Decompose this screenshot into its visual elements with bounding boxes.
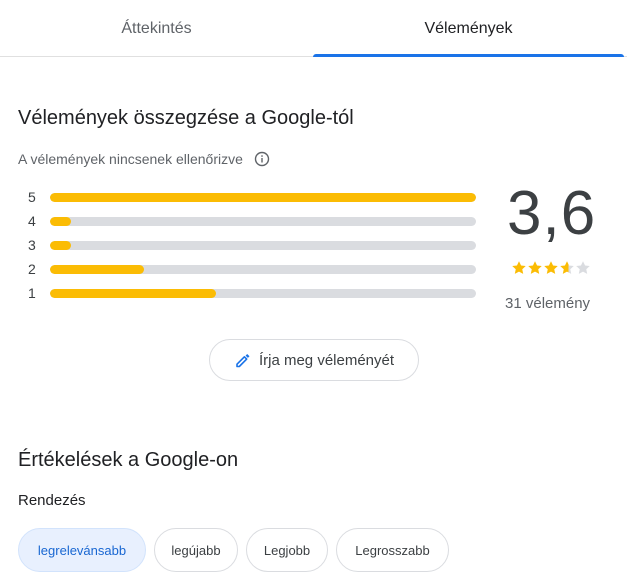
star-icon [512,261,526,274]
info-icon[interactable] [254,151,270,167]
write-review-label: Írja meg véleményét [258,351,395,369]
distribution-bar-fill [50,240,72,250]
distribution-bar-fill [50,288,217,298]
average-rating: 3,6 [507,179,597,248]
distribution-star-label: 2 [28,261,36,277]
distribution-row-4: 4 [28,213,476,229]
pencil-icon [236,354,250,368]
star-icon [560,261,574,274]
distribution-bar-track [50,216,476,226]
sort-chip-worst[interactable]: Legrosszabb [336,528,449,572]
star-rating [511,260,591,276]
distribution-bar-track [50,264,476,274]
distribution-bar-track [50,192,476,202]
tab-reviews[interactable]: Vélemények [313,0,624,57]
sort-chip-newest[interactable]: legújabb [154,528,238,572]
star-icon [576,261,590,274]
distribution-bar-fill [50,192,476,202]
distribution-bar-fill [50,216,72,226]
unverified-note: A vélemények nincsenek ellenőrizve [18,151,270,167]
review-count: 31 vélemény [505,295,591,312]
ratings-heading: Értékelések a Google-on [18,449,239,471]
distribution-star-label: 4 [28,213,36,229]
reviews-summary-heading: Vélemények összegzése a Google-tól [18,107,354,129]
write-review-button[interactable]: Írja meg véleményét [209,339,419,381]
distribution-bar-fill [50,264,144,274]
distribution-star-label: 3 [28,237,36,253]
distribution-bar-track [50,288,476,298]
distribution-bar-track [50,240,476,250]
distribution-star-label: 5 [28,189,36,205]
sort-chip-most-relevant[interactable]: legrelevánsabb [18,528,146,572]
distribution-star-label: 1 [28,285,36,301]
sort-chip-best[interactable]: Legjobb [246,528,328,572]
tab-bar: Áttekintés Vélemények [0,0,627,57]
active-tab-indicator [313,54,624,57]
sort-label: Rendezés [18,492,86,509]
star-icon [544,261,558,274]
distribution-row-2: 2 [28,261,476,277]
distribution-row-3: 3 [28,237,476,253]
distribution-row-1: 1 [28,285,476,301]
distribution-row-5: 5 [28,189,476,205]
tab-overview[interactable]: Áttekintés [0,0,313,57]
star-icon [528,261,542,274]
unverified-note-text: A vélemények nincsenek ellenőrizve [18,151,243,167]
